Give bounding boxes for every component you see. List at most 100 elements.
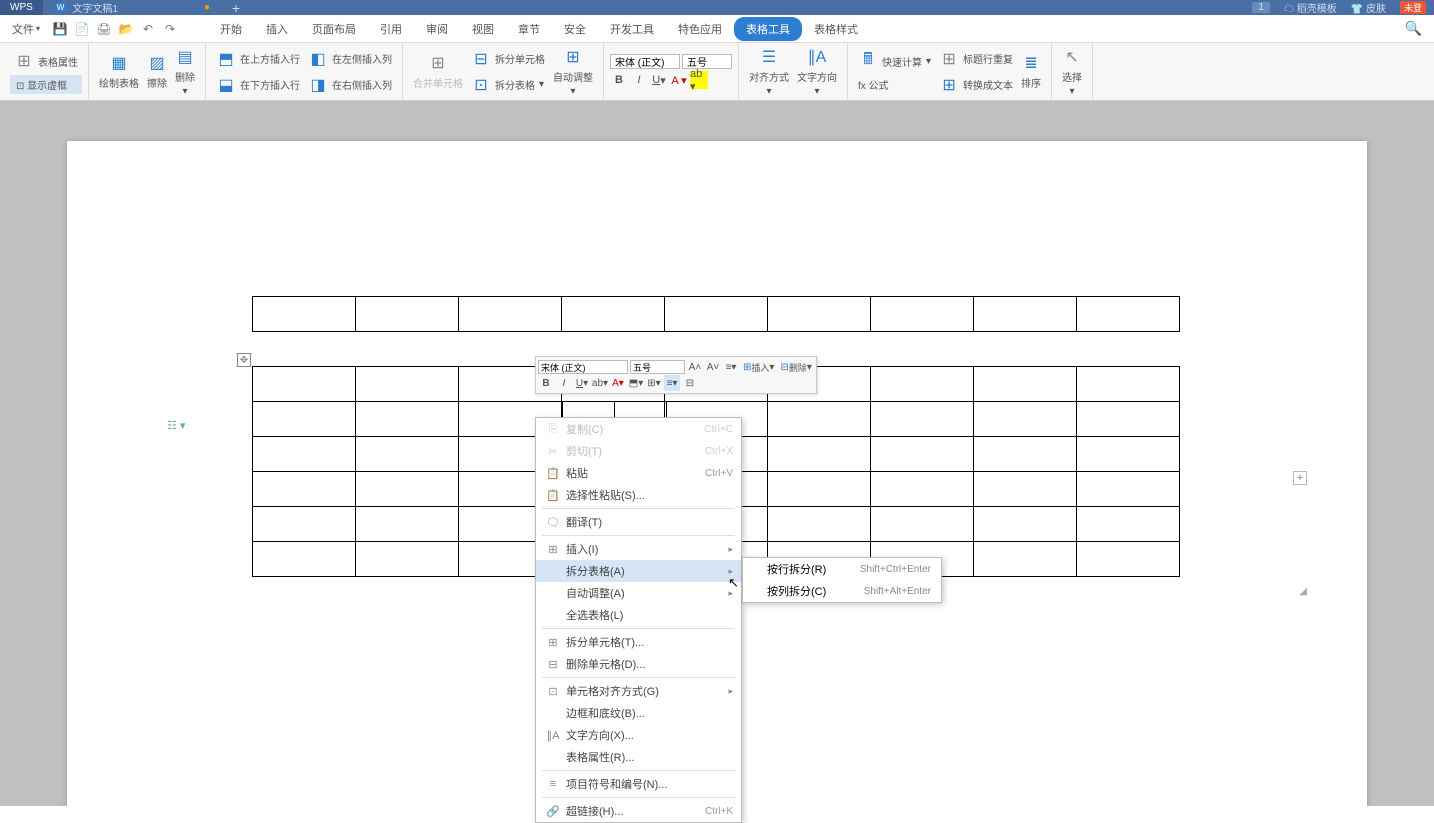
mini-toolbar: A˄ A˅ ≡▾ ⊞插入▾ ⊟删除▾ B I U▾ ab▾ A▾ ⬒▾ ⊞▾ ≡… (535, 356, 817, 394)
ctx-hyperlink[interactable]: 🔗 超链接(H)... Ctrl+K (536, 800, 741, 822)
mini-font-select[interactable] (538, 360, 628, 374)
mini-delete-button[interactable]: ⊟删除▾ (778, 359, 813, 375)
highlight-button[interactable]: ab ▾ (690, 71, 708, 89)
bold-button[interactable]: B (610, 71, 628, 89)
ctx-borders[interactable]: 边框和底纹(B)... (536, 702, 741, 724)
print-preview-icon[interactable]: 📄 (74, 21, 90, 37)
tab-layout[interactable]: 页面布局 (300, 17, 368, 41)
table-1[interactable] (252, 296, 1180, 332)
tab-security[interactable]: 安全 (552, 17, 598, 41)
ctx-paste[interactable]: 📋 粘贴 Ctrl+V (536, 462, 741, 484)
document-tab[interactable]: W 文字文稿1 ● (43, 0, 222, 15)
select-button[interactable]: ↖选择 ▾ (1058, 45, 1086, 99)
mini-grow-font[interactable]: A˄ (687, 359, 703, 375)
table-props-button[interactable]: ⊞表格属性 (10, 49, 82, 73)
mini-bold[interactable]: B (538, 375, 554, 391)
mini-indent[interactable]: ⊟ (682, 375, 698, 391)
eraser-button[interactable]: ▨擦除 (143, 51, 171, 92)
ctx-translate[interactable]: 🗨 翻译(T) (536, 511, 741, 533)
mini-size-select[interactable] (630, 360, 685, 374)
ctx-table-props[interactable]: 表格属性(R)... (536, 746, 741, 768)
direction-button[interactable]: ∥A文字方向 ▾ (793, 45, 841, 99)
insert-row-above[interactable]: ⬒在上方插入行 (212, 47, 304, 71)
underline-button[interactable]: U ▾ (650, 71, 668, 89)
formula-button[interactable]: fx 公式 (854, 75, 935, 94)
insert-col-right[interactable]: ◨在右侧插入列 (304, 73, 396, 97)
outline-icon[interactable]: ☷ ▾ (167, 419, 185, 432)
add-column-button[interactable]: + (1293, 471, 1307, 485)
ctx-paste-special[interactable]: 📋 选择性粘贴(S)... (536, 484, 741, 506)
delete-button[interactable]: ▤删除 ▾ (171, 45, 199, 99)
autofit-button[interactable]: ⊞自动调整 ▾ (549, 45, 597, 99)
ctx-autofit[interactable]: 自动调整(A) ▸ (536, 582, 741, 604)
sort-button[interactable]: ≣排序 (1017, 51, 1045, 92)
doc-name: 文字文稿1 (72, 0, 118, 15)
tab-special[interactable]: 特色应用 (666, 17, 734, 41)
mini-italic[interactable]: I (556, 375, 572, 391)
show-frame-button[interactable]: ⊡ 显示虚框 (10, 75, 82, 94)
undo-icon[interactable]: ↶ (140, 21, 156, 37)
insert-row-below[interactable]: ⬓在下方插入行 (212, 73, 304, 97)
mini-insert-button[interactable]: ⊞插入▾ (741, 359, 776, 375)
text-dir-icon: ∥A (544, 729, 562, 742)
ctx-cell-align[interactable]: ⊡ 单元格对齐方式(G) ▸ (536, 680, 741, 702)
table-move-handle[interactable]: ✥ (237, 353, 251, 367)
ctx-text-dir[interactable]: ∥A 文字方向(X)... (536, 724, 741, 746)
mini-borders[interactable]: ⊞▾ (646, 375, 662, 391)
templates-link[interactable]: ☁ 稻壳模板 (1284, 0, 1337, 15)
user-number[interactable]: 1 (1252, 2, 1270, 13)
split-cells-button[interactable]: ⊟拆分单元格 (467, 47, 549, 71)
ctx-delete-cells[interactable]: ⊟ 删除单元格(D)... (536, 653, 741, 675)
font-select[interactable] (610, 54, 680, 69)
titlebar: WPS W 文字文稿1 ● + 1 ☁ 稻壳模板 👕 皮肤 未登 (0, 0, 1434, 15)
mini-fontcolor[interactable]: A▾ (610, 375, 626, 391)
open-icon[interactable]: 📂 (118, 21, 134, 37)
mini-underline[interactable]: U▾ (574, 375, 590, 391)
sub-split-by-row[interactable]: 按行拆分(R) Shift+Ctrl+Enter (743, 558, 941, 580)
paste-icon: 📋 (544, 467, 562, 480)
align-button[interactable]: ☰对齐方式 ▾ (745, 45, 793, 99)
tab-insert[interactable]: 插入 (254, 17, 300, 41)
print-icon[interactable]: 🖨 (96, 21, 112, 37)
chevron-right-icon: ▸ (728, 686, 733, 697)
tab-section[interactable]: 章节 (506, 17, 552, 41)
ctx-split-cells[interactable]: ⊞ 拆分单元格(T)... (536, 631, 741, 653)
ribbon: ⊞表格属性 ⊡ 显示虚框 ▦绘制表格 ▨擦除 ▤删除 ▾ ⬒在上方插入行 ⬓在下… (0, 43, 1434, 101)
mini-highlight[interactable]: ⬒▾ (628, 375, 644, 391)
insert-col-left[interactable]: ◧在左侧插入列 (304, 47, 396, 71)
mini-strikethrough[interactable]: ab▾ (592, 375, 608, 391)
save-icon[interactable]: 💾 (52, 21, 68, 37)
redo-icon[interactable]: ↷ (162, 21, 178, 37)
tab-reference[interactable]: 引用 (368, 17, 414, 41)
sub-split-by-col[interactable]: 按列拆分(C) Shift+Alt+Enter (743, 580, 941, 602)
font-color-button[interactable]: A ▾ (670, 71, 688, 89)
italic-button[interactable]: I (630, 71, 648, 89)
split-table-button[interactable]: ⊡拆分表格 ▾ (467, 73, 549, 97)
insert-icon: ⊞ (544, 543, 562, 556)
ctx-select-all[interactable]: 全选表格(L) (536, 604, 741, 626)
tab-review[interactable]: 审阅 (414, 17, 460, 41)
to-text-button[interactable]: ⊞转换成文本 (935, 73, 1017, 97)
mini-shrink-font[interactable]: A˅ (705, 359, 721, 375)
mini-align[interactable]: ≡▾ (664, 375, 680, 391)
context-menu: ⎘ 复制(C) Ctrl+C ✂ 剪切(T) Ctrl+X 📋 粘贴 Ctrl+… (535, 417, 742, 823)
tab-table-tools[interactable]: 表格工具 (734, 17, 802, 41)
login-badge[interactable]: 未登 (1400, 1, 1426, 14)
draw-table-button[interactable]: ▦绘制表格 (95, 51, 143, 92)
search-icon[interactable]: 🔍 (1405, 20, 1430, 37)
skin-link[interactable]: 👕 皮肤 (1351, 0, 1386, 15)
tab-view[interactable]: 视图 (460, 17, 506, 41)
new-tab-button[interactable]: + (222, 0, 250, 15)
ctx-insert[interactable]: ⊞ 插入(I) ▸ (536, 538, 741, 560)
ctx-cut: ✂ 剪切(T) Ctrl+X (536, 440, 741, 462)
file-menu[interactable]: 文件 ▾ (4, 19, 48, 39)
ctx-bullets[interactable]: ≡ 项目符号和编号(N)... (536, 773, 741, 795)
tab-table-style[interactable]: 表格样式 (802, 17, 870, 41)
tab-dev[interactable]: 开发工具 (598, 17, 666, 41)
quick-calc-button[interactable]: 🖩快速计算 ▾ (854, 49, 935, 73)
mini-linespace[interactable]: ≡▾ (723, 359, 739, 375)
table-resize-handle[interactable]: ◢ (1299, 586, 1307, 597)
tab-start[interactable]: 开始 (208, 17, 254, 41)
wps-app-tab[interactable]: WPS (0, 0, 43, 15)
ctx-split-table[interactable]: 拆分表格(A) ▸ (536, 560, 741, 582)
